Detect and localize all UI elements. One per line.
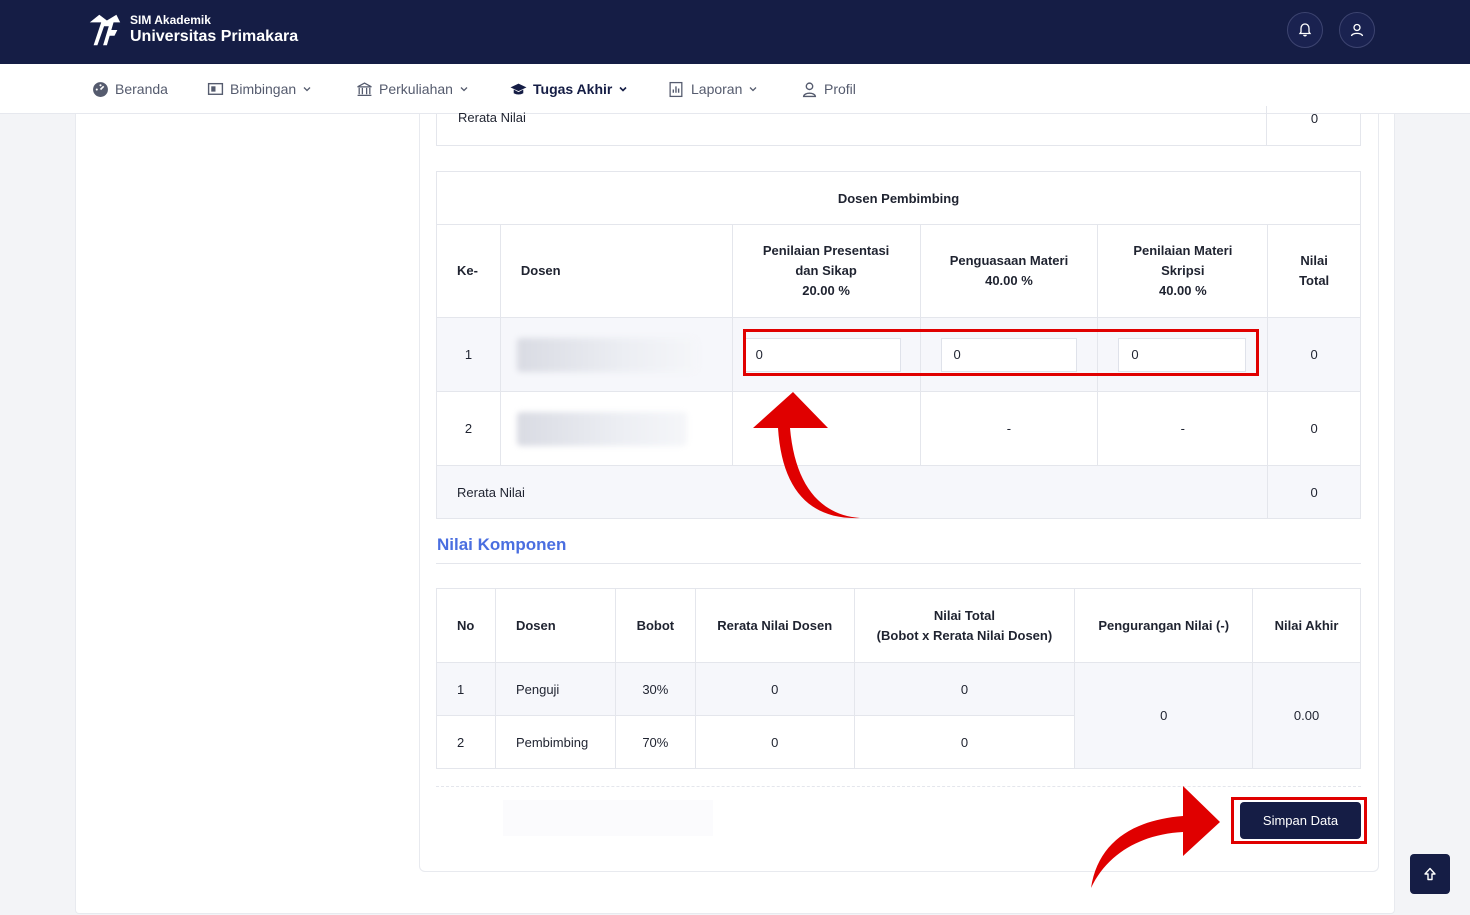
- previous-average-label: Rerata Nilai: [458, 110, 526, 125]
- row-dosen: Penguji: [494, 662, 616, 716]
- header-skripsi-name: Penilaian Materi Skripsi: [1133, 243, 1233, 278]
- bell-icon: [1298, 23, 1312, 37]
- header-skripsi-weight: 40.00 %: [1158, 283, 1207, 298]
- nav-bimbingan[interactable]: Bimbingan: [207, 64, 312, 114]
- cell-penguasaan: -: [919, 391, 1099, 466]
- scroll-to-top-button[interactable]: [1410, 854, 1450, 894]
- footer-divider: [436, 786, 1361, 787]
- header-rerata: Rerata Nilai Dosen: [694, 588, 855, 663]
- highlight-save-button: [1231, 797, 1367, 844]
- redacted-name-blur: [516, 337, 697, 372]
- header-ke: Ke-: [436, 224, 501, 318]
- top-bar: SIM Akademik Universitas Primakara: [0, 0, 1470, 64]
- graduation-cap-icon: [510, 83, 527, 95]
- nav-perkuliahan-label: Perkuliahan: [379, 81, 453, 97]
- table-row: 2 - - 0: [436, 391, 1361, 466]
- header-dosen: Dosen: [499, 224, 733, 318]
- nav-tugas-akhir-label: Tugas Akhir: [533, 81, 613, 97]
- komponen-table: No Dosen Bobot Rerata Nilai Dosen Nilai …: [436, 588, 1361, 769]
- row-nilai-total: 0: [853, 662, 1076, 716]
- header-nilai-total-line2: (Bobot x Rerata Nilai Dosen): [876, 627, 1053, 643]
- row-rerata: 0: [694, 715, 855, 769]
- header-presentasi: Penilaian Presentasi dan Sikap 20.00 %: [731, 224, 921, 318]
- header-dosen: Dosen: [494, 588, 616, 663]
- header-penguasaan-weight: 40.00 %: [985, 273, 1033, 288]
- row-total: 0: [1267, 317, 1361, 392]
- row-number: 2: [436, 715, 496, 769]
- chevron-down-icon: [303, 87, 311, 92]
- row-bobot: 30%: [614, 662, 696, 716]
- report-icon: [669, 81, 683, 97]
- nav-beranda-label: Beranda: [115, 81, 168, 97]
- nav-perkuliahan[interactable]: Perkuliahan: [356, 64, 469, 114]
- building-icon: [357, 81, 372, 96]
- nilai-akhir-value: 0.00: [1252, 662, 1361, 769]
- faded-placeholder: [503, 800, 713, 836]
- row-dosen: Pembimbing: [494, 715, 616, 769]
- row-number: 1: [436, 662, 496, 716]
- nav-tugas-akhir[interactable]: Tugas Akhir: [510, 64, 628, 114]
- header-pengurangan: Pengurangan Nilai (-): [1074, 588, 1254, 663]
- highlight-score-inputs: [743, 329, 1259, 376]
- brand-title: Universitas Primakara: [130, 28, 299, 45]
- user-icon: [1350, 23, 1364, 37]
- cell-presentasi: [731, 391, 921, 466]
- redacted-name-blur: [516, 411, 687, 446]
- section-divider: [436, 563, 1361, 564]
- header-no: No: [436, 588, 496, 663]
- main-nav: Beranda Bimbingan Perkuliahan Tugas Akhi…: [0, 64, 1470, 114]
- row-number: 1: [436, 317, 501, 392]
- chevron-down-icon: [460, 87, 468, 92]
- dosen-name-redacted: [499, 391, 733, 466]
- average-label: Rerata Nilai: [435, 465, 1269, 519]
- cell-skripsi: -: [1097, 391, 1269, 466]
- header-bobot: Bobot: [614, 588, 696, 663]
- header-nilai-total-line1: Nilai Total: [933, 607, 995, 623]
- nav-bimbingan-label: Bimbingan: [230, 81, 297, 97]
- header-presentasi-weight: 20.00 %: [802, 283, 850, 298]
- nav-beranda[interactable]: Beranda: [92, 64, 168, 114]
- average-row: Rerata Nilai 0: [435, 465, 1361, 519]
- brand[interactable]: SIM Akademik Universitas Primakara: [86, 11, 298, 49]
- row-rerata: 0: [694, 662, 855, 716]
- nav-profil[interactable]: Profil: [801, 64, 856, 114]
- previous-table-average-row: Rerata Nilai 0: [436, 106, 1361, 146]
- header-nilai-akhir: Nilai Akhir: [1252, 588, 1361, 663]
- notification-button[interactable]: [1287, 12, 1323, 48]
- row-bobot: 70%: [614, 715, 696, 769]
- board-icon: [207, 82, 224, 95]
- header-total-label: Nilai Total: [1299, 253, 1330, 288]
- row-number: 2: [436, 391, 501, 466]
- header-nilai-total: Nilai Total (Bobot x Rerata Nilai Dosen): [853, 588, 1076, 663]
- row-total: 0: [1267, 391, 1361, 466]
- arrow-up-icon: [1424, 867, 1436, 881]
- pembimbing-table-caption: Dosen Pembimbing: [436, 171, 1361, 225]
- header-penguasaan: Penguasaan Materi 40.00 %: [919, 224, 1099, 318]
- chevron-down-icon: [749, 87, 757, 92]
- nav-profil-label: Profil: [824, 81, 856, 97]
- section-title-nilai-komponen: Nilai Komponen: [437, 535, 567, 554]
- previous-average-value: 0: [1266, 106, 1362, 146]
- nav-laporan-label: Laporan: [691, 81, 743, 97]
- primakara-logo-icon: [89, 14, 121, 46]
- pengurangan-value: 0: [1074, 662, 1254, 769]
- chevron-down-icon: [619, 86, 627, 92]
- dosen-name-redacted: [499, 317, 733, 392]
- header-presentasi-name: Penilaian Presentasi dan Sikap: [762, 243, 890, 278]
- table-row: 1 Penguji 30% 0 0 0 0.00: [436, 662, 1361, 769]
- header-skripsi: Penilaian Materi Skripsi 40.00 %: [1097, 224, 1269, 318]
- header-total: Nilai Total: [1267, 224, 1361, 318]
- row-nilai-total: 0: [853, 715, 1076, 769]
- brand-subtitle: SIM Akademik: [130, 13, 211, 27]
- average-value: 0: [1267, 465, 1361, 519]
- header-penguasaan-name: Penguasaan Materi: [949, 253, 1069, 268]
- user-icon: [802, 81, 817, 97]
- nav-laporan[interactable]: Laporan: [668, 64, 758, 114]
- profile-button[interactable]: [1339, 12, 1375, 48]
- dashboard-icon: [93, 81, 108, 97]
